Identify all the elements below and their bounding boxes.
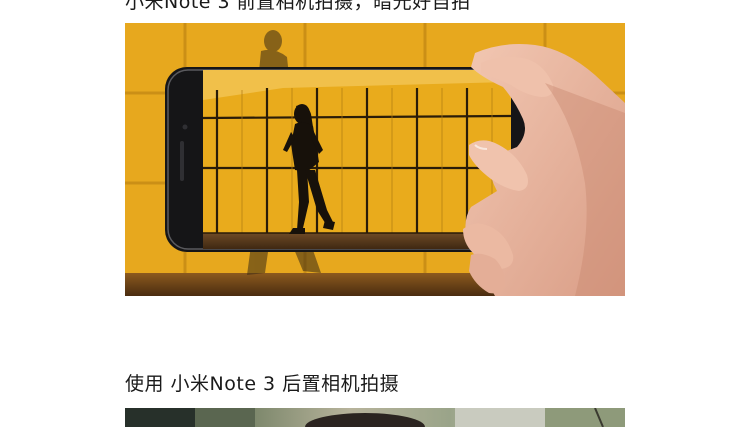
caption-bottom: 使用 小米Note 3 后置相机拍摄 [125, 373, 400, 395]
caption-top: 小米Note 3 前置相机拍摄，暗光好自拍 [125, 0, 471, 13]
phone-display-photo [125, 23, 625, 296]
sample-photo-phone-display [125, 23, 625, 296]
sample-photo-outdoor [125, 408, 625, 427]
outdoor-photo [125, 408, 625, 427]
page: 小米Note 3 前置相机拍摄，暗光好自拍 使用 小米Note 3 后置相机拍摄 [0, 0, 750, 427]
